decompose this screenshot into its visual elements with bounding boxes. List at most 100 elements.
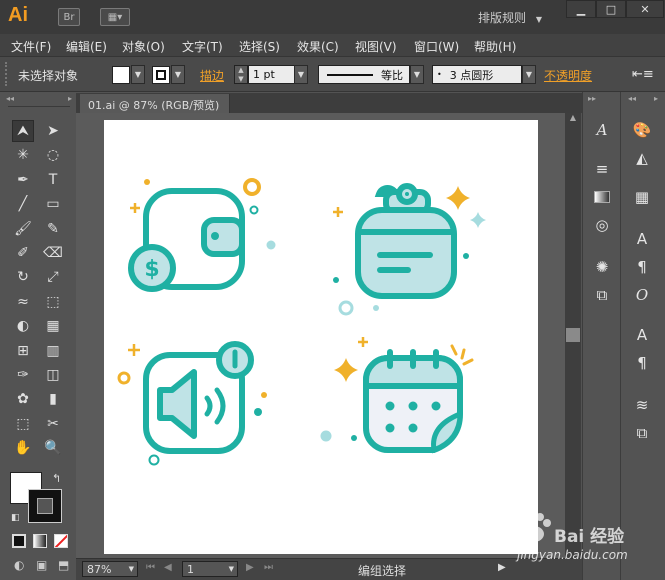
magic-wand-tool[interactable]: ✳	[12, 144, 34, 166]
color-mode-button[interactable]	[12, 534, 26, 548]
menu-edit[interactable]: 编辑(E)	[66, 38, 107, 55]
screen-mode-icon[interactable]: ▣	[36, 558, 47, 572]
first-page-icon[interactable]: ⏮	[146, 562, 155, 573]
pencil-tool[interactable]: ✎	[42, 218, 64, 240]
rectangle-tool[interactable]: ▭	[42, 193, 64, 215]
character-panel-icon[interactable]: A	[628, 226, 656, 252]
blend-tool[interactable]: ◫	[42, 364, 64, 386]
zoom-tool[interactable]: 🔍	[42, 437, 64, 459]
pen-tool[interactable]: ✒	[12, 169, 34, 191]
swap-fill-stroke-icon[interactable]: ↰	[52, 472, 61, 485]
close-button[interactable]: ✕	[626, 0, 664, 18]
stroke-stepper[interactable]: ▲ ▼	[234, 65, 248, 84]
variable-width-profile[interactable]: 等比	[318, 65, 410, 84]
lasso-tool[interactable]: ◌	[42, 144, 64, 166]
eraser-tool[interactable]: ⌫	[42, 242, 64, 264]
next-page-icon[interactable]: ▶	[246, 562, 254, 573]
shape-builder-tool[interactable]: ◐	[12, 315, 34, 337]
stroke-panel-icon[interactable]: ≡	[588, 156, 616, 182]
tools-panel-header[interactable]: ◂◂ ▸	[6, 94, 72, 104]
last-page-icon[interactable]: ⏭	[264, 562, 273, 573]
menu-help[interactable]: 帮助(H)	[474, 38, 516, 55]
artboard-tool[interactable]: ⬚	[12, 413, 34, 435]
document-tab[interactable]: 01.ai @ 87% (RGB/预览)	[80, 94, 230, 113]
draw-normal-icon[interactable]: ◐	[14, 558, 24, 572]
menu-file[interactable]: 文件(F)	[11, 38, 51, 55]
dock1-collapse[interactable]: ▸▸	[588, 94, 596, 104]
default-colors-icon[interactable]: ◧	[11, 513, 20, 523]
scroll-up-icon[interactable]: ▲	[565, 113, 581, 122]
menu-window[interactable]: 窗口(W)	[414, 38, 459, 55]
fill-dropdown[interactable]: ▼	[131, 65, 145, 84]
zoom-field[interactable]: 87% ▼	[82, 561, 138, 577]
opentype-panel-icon[interactable]: O	[628, 282, 656, 308]
width-tool[interactable]: ≈	[12, 291, 34, 313]
color-guide-icon[interactable]: ◭	[628, 145, 656, 171]
symbol-sprayer-tool[interactable]: ✿	[12, 388, 34, 410]
color-panel-icon[interactable]: 🎨	[628, 117, 656, 143]
blob-brush-tool[interactable]: ✐	[12, 242, 34, 264]
stroke-label[interactable]: 描边	[200, 67, 224, 84]
stroke-dropdown[interactable]: ▼	[171, 65, 185, 84]
layers-panel-icon[interactable]: ≋	[628, 392, 656, 418]
stroke-weight-dropdown[interactable]: ▼	[294, 65, 308, 84]
type-tool[interactable]: T	[42, 169, 64, 191]
scrollbar-thumb[interactable]	[566, 328, 580, 342]
prev-page-icon[interactable]: ◀	[164, 562, 172, 573]
chevron-down-icon: ▼	[128, 565, 134, 573]
swatches-panel-icon[interactable]: ▦	[628, 184, 656, 210]
maximize-button[interactable]: □	[596, 0, 626, 18]
gradient-tool[interactable]: ▥	[42, 340, 64, 362]
none-mode-button[interactable]	[54, 534, 68, 548]
bridge-button[interactable]: Br	[58, 8, 80, 26]
gradient-panel-icon[interactable]	[588, 184, 616, 210]
change-screen-mode-icon[interactable]: ⬒	[58, 558, 69, 572]
control-bar-grip[interactable]	[5, 62, 9, 86]
stroke-color-box[interactable]	[28, 489, 62, 523]
artboard[interactable]: $	[104, 120, 538, 554]
free-transform-tool[interactable]: ⬚	[42, 291, 64, 313]
paragraph-styles-panel-icon[interactable]: ¶	[628, 350, 656, 376]
menu-object[interactable]: 对象(O)	[122, 38, 165, 55]
fill-swatch[interactable]	[112, 66, 130, 84]
paintbrush-tool[interactable]: 🖌	[12, 218, 34, 240]
brush-definition[interactable]: • 3 点圆形	[432, 65, 522, 84]
gradient-mode-button[interactable]	[33, 534, 47, 548]
appearance-panel-icon[interactable]: ✺	[588, 254, 616, 280]
status-text: 编组选择	[358, 564, 407, 578]
mesh-tool[interactable]: ⊞	[12, 340, 34, 362]
panel-menu-icon[interactable]: ⇤≡	[632, 67, 654, 82]
character-styles-panel-icon[interactable]: A	[628, 322, 656, 348]
arrange-documents-icon: ▦▾	[107, 11, 123, 23]
brush-dropdown[interactable]: ▼	[522, 65, 536, 84]
paragraph-panel-icon[interactable]: ¶	[628, 254, 656, 280]
minimize-button[interactable]: ▁	[566, 0, 596, 18]
chevron-down-icon: ▼	[174, 70, 182, 79]
scale-tool[interactable]: ⤢	[42, 266, 64, 288]
arrange-documents-button[interactable]: ▦▾	[100, 8, 130, 26]
eyedropper-tool[interactable]: ✑	[12, 364, 34, 386]
line-tool[interactable]: ╱	[12, 193, 34, 215]
artboards-panel-icon[interactable]: ⧉	[628, 420, 656, 446]
page-field[interactable]: 1 ▼	[182, 561, 238, 577]
menu-view[interactable]: 视图(V)	[355, 38, 397, 55]
rotate-tool[interactable]: ↻	[12, 266, 34, 288]
stroke-profile-dropdown[interactable]: ▼	[410, 65, 424, 84]
graphic-styles-icon[interactable]: ⧉	[588, 282, 616, 308]
column-graph-tool[interactable]: ▮	[42, 388, 64, 410]
menu-effect[interactable]: 效果(C)	[297, 38, 339, 55]
opacity-label[interactable]: 不透明度	[544, 67, 592, 84]
menu-select[interactable]: 选择(S)	[239, 38, 280, 55]
status-menu-icon[interactable]: ▶	[498, 562, 506, 573]
perspective-grid-tool[interactable]: ▦	[42, 315, 64, 337]
dock2-collapse[interactable]: ◂◂ ▸	[628, 94, 658, 104]
hand-tool[interactable]: ✋	[12, 437, 34, 459]
stroke-swatch[interactable]	[152, 66, 170, 84]
character-styles-icon[interactable]: A	[588, 117, 616, 143]
menu-type[interactable]: 文字(T)	[182, 38, 223, 55]
selection-tool[interactable]: ⮝	[12, 120, 34, 142]
transparency-panel-icon[interactable]: ◎	[588, 212, 616, 238]
workspace-switcher[interactable]: 排版规则 ▼	[478, 9, 542, 26]
slice-tool[interactable]: ✂	[42, 413, 64, 435]
direct-selection-tool[interactable]: ➤	[42, 120, 64, 142]
